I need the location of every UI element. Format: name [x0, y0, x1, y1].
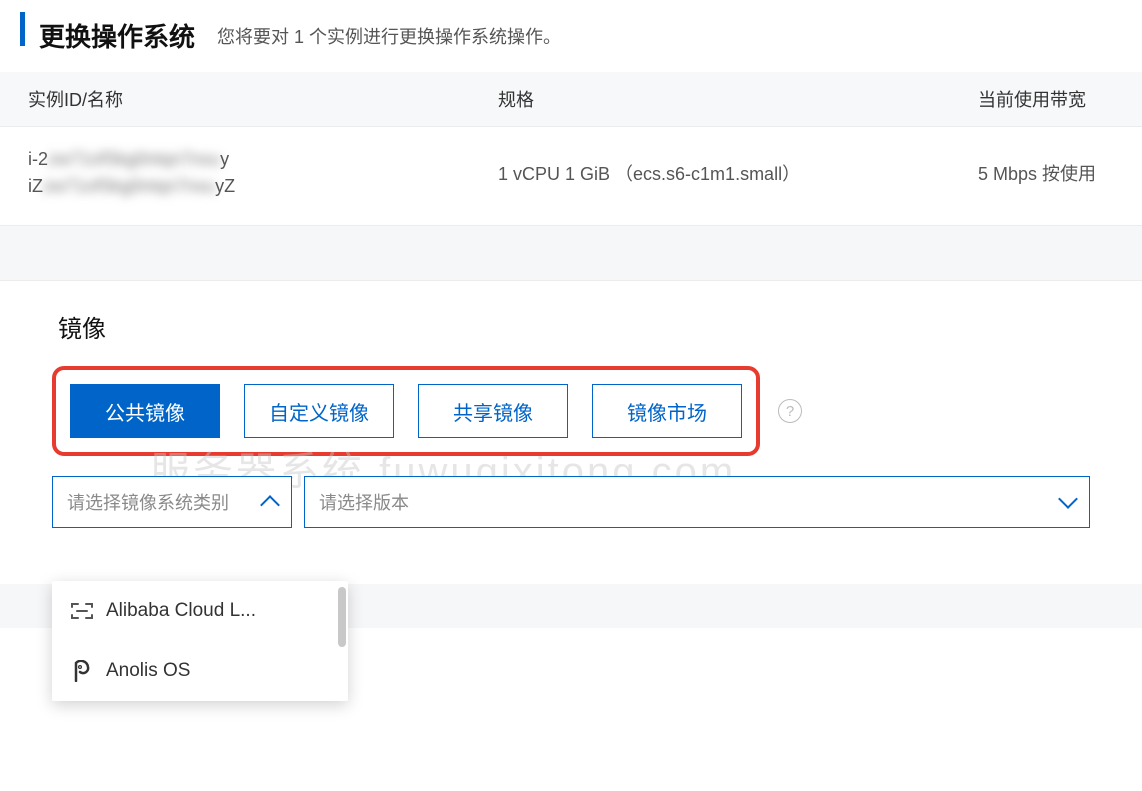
instance-name-prefix: iZ [28, 176, 43, 197]
dropdown-item-anolis-os[interactable]: Anolis OS [52, 641, 348, 701]
dropdown-item-alibaba-linux[interactable]: Alibaba Cloud L... [52, 581, 348, 641]
os-category-placeholder: 请选择镜像系统类别 [67, 489, 229, 515]
page-header: 更换操作系统 您将要对 1 个实例进行更换操作系统操作。 [0, 0, 1142, 72]
help-icon[interactable]: ? [778, 399, 802, 423]
tab-shared-image[interactable]: 共享镜像 [418, 384, 568, 438]
dropdown-item-label: Alibaba Cloud L... [106, 600, 256, 622]
instance-name-suffix: yZ [215, 176, 235, 197]
th-bandwidth: 当前使用带宽 [978, 86, 1114, 112]
page-subtitle: 您将要对 1 个实例进行更换操作系统操作。 [217, 17, 561, 49]
section-title-image: 镜像 [58, 309, 1090, 344]
th-instance-id: 实例ID/名称 [28, 86, 498, 112]
th-spec: 规格 [498, 86, 978, 112]
chevron-up-icon [260, 495, 280, 515]
table-row: i-2 zw71ofSkg0ntqn7nxu y iZ zw71ofSkg0nt… [0, 126, 1142, 225]
header-accent-bar [20, 12, 25, 46]
instance-id-prefix: i-2 [28, 149, 48, 170]
image-type-tabs-highlight: 公共镜像 自定义镜像 共享镜像 镜像市场 [52, 366, 760, 456]
dropdown-item-label: Anolis OS [106, 660, 190, 682]
p-icon [70, 659, 94, 683]
cell-instance-id: i-2 zw71ofSkg0ntqn7nxu y iZ zw71ofSkg0nt… [28, 149, 498, 197]
cell-bandwidth: 5 Mbps 按使用 [978, 160, 1114, 186]
os-version-placeholder: 请选择版本 [319, 489, 409, 515]
image-section: 镜像 服务器系统 fuwuqixitong.com 公共镜像 自定义镜像 共享镜… [0, 281, 1142, 528]
tab-custom-image[interactable]: 自定义镜像 [244, 384, 394, 438]
tab-marketplace-image[interactable]: 镜像市场 [592, 384, 742, 438]
tab-public-image[interactable]: 公共镜像 [70, 384, 220, 438]
os-version-select[interactable]: 请选择版本 [304, 476, 1090, 528]
instance-name-blurred: zw71ofSkg0ntqn7nxu [43, 176, 215, 197]
table-header-row: 实例ID/名称 规格 当前使用带宽 [0, 72, 1142, 126]
page-title: 更换操作系统 [39, 17, 195, 54]
chevron-down-icon [1058, 489, 1078, 509]
instance-id-suffix: y [220, 149, 229, 170]
section-divider [0, 225, 1142, 281]
bracket-icon [70, 599, 94, 623]
instance-id-blurred: zw71ofSkg0ntqn7nxu [48, 149, 220, 170]
scrollbar-thumb[interactable] [338, 587, 346, 647]
os-category-dropdown: Alibaba Cloud L... Anolis OS [52, 581, 348, 701]
cell-spec: 1 vCPU 1 GiB （ecs.s6-c1m1.small） [498, 160, 978, 186]
instance-table: 实例ID/名称 规格 当前使用带宽 i-2 zw71ofSkg0ntqn7nxu… [0, 72, 1142, 225]
os-category-select[interactable]: 请选择镜像系统类别 [52, 476, 292, 528]
